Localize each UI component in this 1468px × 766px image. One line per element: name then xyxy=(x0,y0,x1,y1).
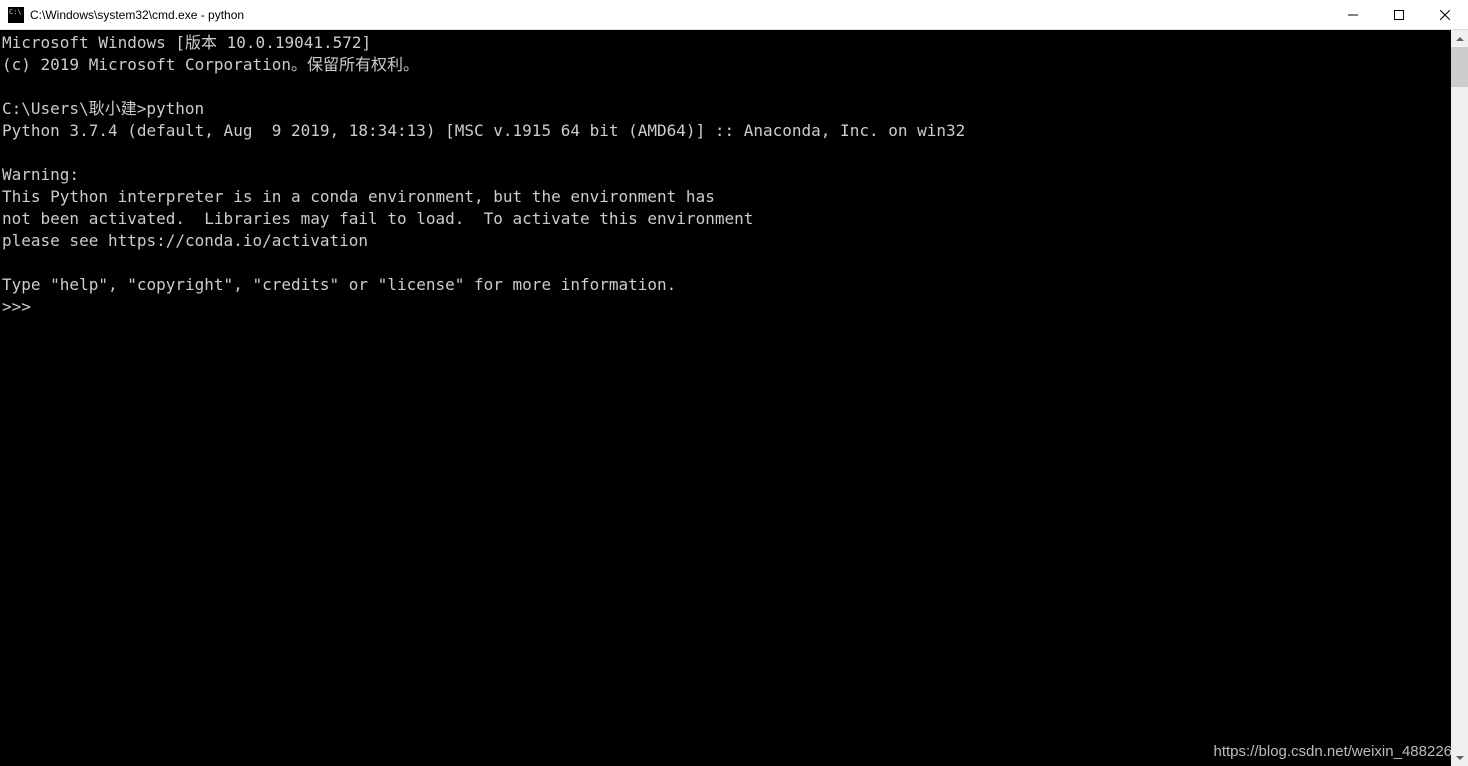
content-area: Microsoft Windows [版本 10.0.19041.572] (c… xyxy=(0,30,1468,766)
scroll-track[interactable] xyxy=(1451,47,1468,749)
titlebar: C:\Windows\system32\cmd.exe - python xyxy=(0,0,1468,30)
window-title: C:\Windows\system32\cmd.exe - python xyxy=(30,8,1330,22)
scroll-down-button[interactable] xyxy=(1451,749,1468,766)
maximize-button[interactable] xyxy=(1376,0,1422,29)
close-icon xyxy=(1440,10,1450,20)
window-controls xyxy=(1330,0,1468,29)
terminal-output[interactable]: Microsoft Windows [版本 10.0.19041.572] (c… xyxy=(0,30,1451,766)
scroll-up-button[interactable] xyxy=(1451,30,1468,47)
close-button[interactable] xyxy=(1422,0,1468,29)
chevron-down-icon xyxy=(1456,756,1464,760)
minimize-icon xyxy=(1348,10,1358,20)
chevron-up-icon xyxy=(1456,37,1464,41)
vertical-scrollbar[interactable] xyxy=(1451,30,1468,766)
cmd-icon xyxy=(8,7,24,23)
scroll-thumb[interactable] xyxy=(1451,47,1468,87)
maximize-icon xyxy=(1394,10,1404,20)
minimize-button[interactable] xyxy=(1330,0,1376,29)
